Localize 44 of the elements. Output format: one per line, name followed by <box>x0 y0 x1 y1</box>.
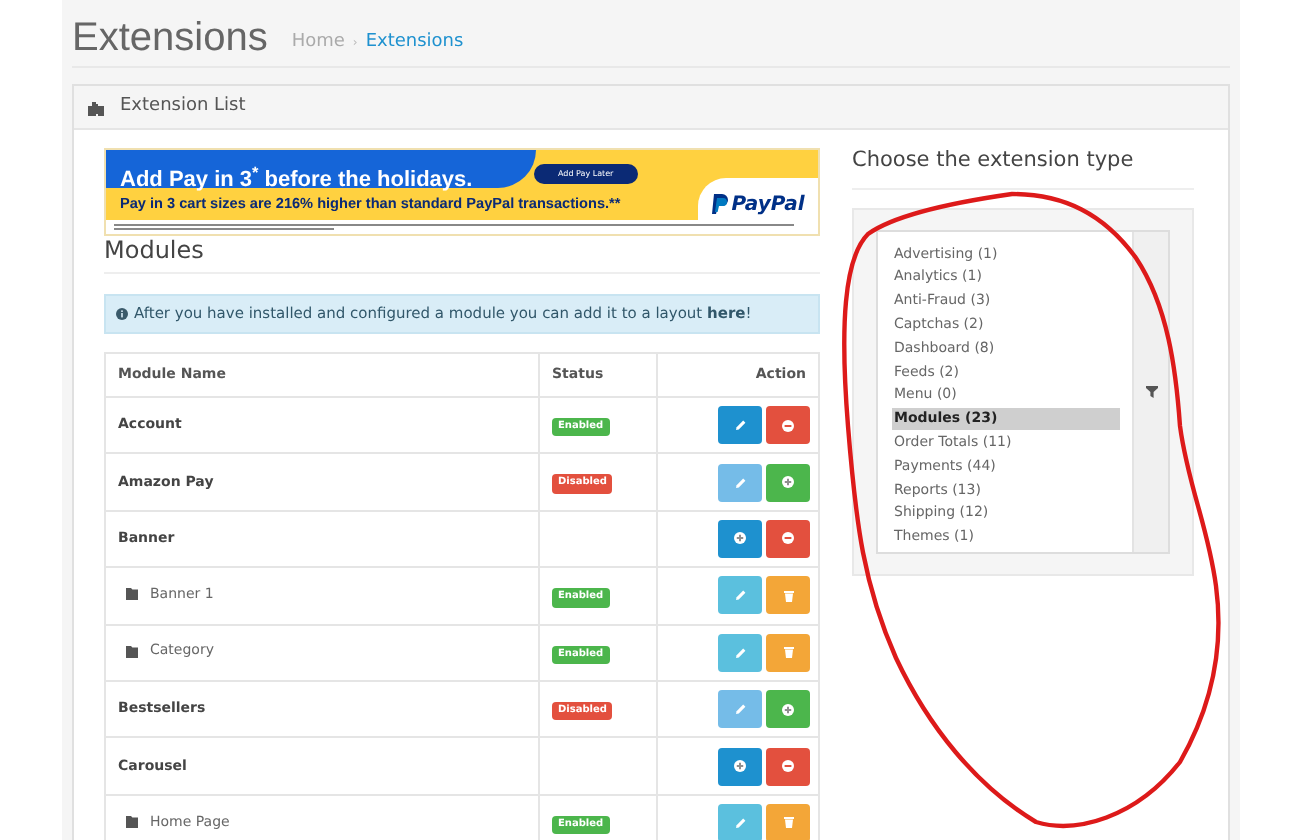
trash-icon <box>783 816 793 829</box>
delete-button[interactable] <box>766 803 810 840</box>
minus-circle-icon <box>782 760 794 773</box>
chooser-title: Choose the extension type <box>852 146 1134 177</box>
pencil-icon <box>735 590 745 601</box>
plus-circle-icon <box>782 703 794 716</box>
section-title: Modules <box>104 234 204 268</box>
pencil-icon <box>735 704 745 715</box>
folder-icon <box>126 815 140 828</box>
pencil-icon <box>735 647 745 658</box>
trash-icon <box>783 589 793 602</box>
filter-icon[interactable] <box>1145 386 1157 398</box>
plus-circle-icon <box>782 476 794 489</box>
delete-button[interactable] <box>766 633 810 672</box>
page-title: Extensions <box>72 18 268 58</box>
uninstall-button[interactable] <box>766 406 810 445</box>
minus-circle-icon <box>782 419 794 432</box>
paypal-mark-icon <box>711 194 728 214</box>
install-button[interactable] <box>766 463 810 502</box>
edit-button[interactable] <box>718 576 762 615</box>
delete-button[interactable] <box>766 576 810 615</box>
minus-circle-icon <box>782 532 794 545</box>
plus-circle-icon <box>734 760 746 773</box>
edit-button[interactable] <box>718 406 762 445</box>
uninstall-button[interactable] <box>766 519 810 558</box>
pencil-icon <box>735 420 745 431</box>
edit-button[interactable] <box>718 803 762 840</box>
edit-button[interactable] <box>718 633 762 672</box>
add-button[interactable] <box>718 519 762 558</box>
folder-icon <box>126 588 140 601</box>
add-button[interactable] <box>718 747 762 786</box>
uninstall-button[interactable] <box>766 747 810 786</box>
pencil-icon <box>735 817 745 828</box>
plus-circle-icon <box>734 532 746 545</box>
banner-headline: Add Pay in 3$^{*}$ before the holidays. <box>120 164 473 196</box>
pencil-icon <box>735 477 745 488</box>
folder-icon <box>126 645 140 658</box>
trash-icon <box>783 646 793 659</box>
breadcrumb-link[interactable]: Extensions <box>365 29 464 56</box>
install-button[interactable] <box>766 690 810 729</box>
info-icon <box>116 308 128 320</box>
paypal-logo-text: PayPal <box>731 191 805 219</box>
puzzle-icon <box>88 99 104 115</box>
panel-title: Extension List <box>120 93 246 120</box>
